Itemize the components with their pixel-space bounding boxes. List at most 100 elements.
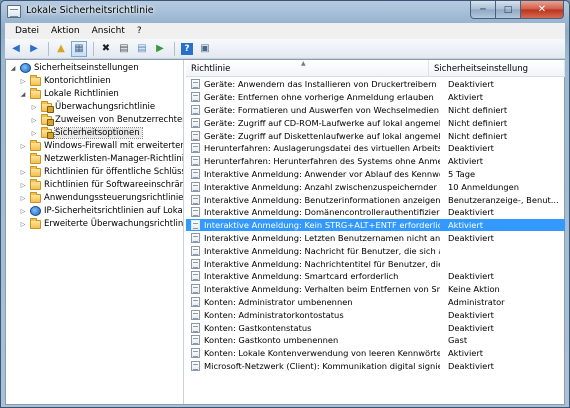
tree-item-ueberwachungsrichtlinie[interactable]: ▷ Überwachungsrichtlinie [30, 100, 156, 113]
expand-icon[interactable]: ▷ [19, 220, 27, 228]
policy-name: Interaktive Anmeldung: Nachrichtentitel … [204, 258, 440, 269]
policy-list[interactable]: Richtlinie ▲ Sicherheitseinstellung Gerä… [186, 60, 565, 404]
minimize-button[interactable]: ─ [470, 1, 496, 19]
table-row[interactable]: Konten: Administratorkontostatus Deaktivi… [186, 308, 565, 321]
back-button[interactable]: ◀ [8, 41, 24, 57]
policy-name: Interaktive Anmeldung: Anzahl zwischenzu… [204, 181, 440, 192]
table-row[interactable]: Interaktive Anmeldung: Letzten Benutzern… [186, 232, 565, 245]
expand-icon[interactable]: ▷ [19, 77, 27, 85]
table-row[interactable]: Interaktive Anmeldung: Verhalten beim En… [186, 283, 565, 296]
tree-item-label: Überwachungsrichtlinie [55, 102, 156, 112]
tree-item-lokale-richtlinien[interactable]: ◢ Lokale Richtlinien [19, 87, 119, 100]
table-row[interactable]: Herunterfahren: Auslagerungsdatei des vi… [186, 142, 565, 155]
delete-icon: ✖ [101, 43, 111, 54]
policy-setting: Nicht definiert [448, 117, 508, 128]
toolbar-separator [93, 41, 94, 56]
table-row[interactable]: Microsoft-Netzwerk (Client): Kommunikati… [186, 360, 565, 373]
folder-icon [30, 191, 41, 203]
delete-button[interactable]: ✖ [98, 41, 114, 57]
table-row[interactable]: Geräte: Entfernen ohne vorherige Anmeldu… [186, 91, 565, 104]
policy-name: Konten: Administrator umbenennen [204, 296, 353, 307]
policy-name: Geräte: Zugriff auf CD-ROM-Laufwerke auf… [204, 117, 440, 128]
table-row[interactable]: Geräte: Zugriff auf Diskettenlaufwerke a… [186, 129, 565, 142]
table-row[interactable]: Interaktive Anmeldung: Anwender vor Abla… [186, 168, 565, 181]
table-row[interactable]: Herunterfahren: Herunterfahren des Syste… [186, 155, 565, 168]
menu-datei[interactable]: Datei [9, 26, 45, 36]
table-row[interactable]: Interaktive Anmeldung: Nachrichtentitel … [186, 257, 565, 270]
up-folder-button[interactable]: ▲ [53, 41, 69, 57]
help-button[interactable]: ? [179, 41, 195, 57]
column-header-sicherheitseinstellung[interactable]: Sicherheitseinstellung [429, 60, 565, 77]
table-row[interactable]: Interaktive Anmeldung: Nachricht für Ben… [186, 244, 565, 257]
properties-button[interactable]: ▤ [116, 41, 132, 57]
tree-item-netzwerklisten[interactable]: Netzwerklisten-Manager-Richtlinien [19, 152, 183, 165]
tree-item-applocker[interactable]: ▷ Anwendungssteuerungsrichtlinien [19, 191, 183, 204]
minimize-icon: ─ [480, 4, 486, 15]
forward-button[interactable]: ▶ [26, 41, 42, 57]
refresh-button[interactable]: ▤ [134, 41, 150, 57]
table-row[interactable]: Konten: Lokale Kontenverwendung von leer… [186, 347, 565, 360]
collapse-icon[interactable]: ◢ [19, 90, 27, 98]
back-icon: ◀ [12, 43, 20, 54]
maximize-button[interactable]: □ [496, 1, 521, 19]
table-row[interactable]: Interaktive Anmeldung: Benutzerinformati… [186, 193, 565, 206]
policy-icon [191, 258, 200, 269]
collapse-icon[interactable]: ◢ [9, 64, 17, 72]
table-row[interactable]: Konten: Administrator umbenennen Administ… [186, 296, 565, 309]
menu-help[interactable]: ? [131, 26, 148, 36]
tree-item-firewall[interactable]: ▷ Windows-Firewall mit erweiterter Sich [19, 139, 183, 152]
export-button[interactable]: ▶ [152, 41, 168, 57]
table-row[interactable]: Konten: Gastkontenstatus Deaktiviert [186, 321, 565, 334]
policy-setting: Aktiviert [448, 156, 484, 167]
expand-icon[interactable]: ▷ [19, 207, 27, 215]
column-header-richtlinie[interactable]: Richtlinie [186, 60, 429, 77]
folder-icon [30, 217, 41, 229]
ipsec-icon [30, 206, 41, 216]
title-bar[interactable]: Lokale Sicherheitsrichtlinie ─ □ ✕ [1, 1, 569, 23]
console-button[interactable]: ▣ [197, 41, 213, 57]
tree-item-label: Kontorichtlinien [44, 76, 111, 86]
tree-item-advanced-audit[interactable]: ▷ Erweiterte Überwachungsrichtlinienkon [19, 217, 183, 230]
caption-buttons: ─ □ ✕ [470, 1, 564, 19]
expand-placeholder [19, 155, 27, 163]
policy-name: Microsoft-Netzwerk (Client): Kommunikati… [204, 360, 440, 371]
policy-icon [191, 220, 200, 231]
table-row[interactable]: Konten: Gastkonto umbenennen Gast [186, 334, 565, 347]
show-tree-button[interactable]: ▦ [71, 40, 87, 57]
policy-setting: Deaktiviert [448, 207, 494, 218]
window-title: Lokale Sicherheitsrichtlinie [26, 5, 154, 16]
table-row[interactable]: Geräte: Zugriff auf CD-ROM-Laufwerke auf… [186, 116, 565, 129]
policy-icon [191, 181, 200, 192]
app-window: Lokale Sicherheitsrichtlinie ─ □ ✕ Datei… [0, 0, 570, 408]
expand-icon[interactable]: ▷ [19, 194, 27, 202]
tree-item-root[interactable]: ◢ Sicherheitseinstellungen [9, 62, 139, 74]
close-button[interactable]: ✕ [521, 1, 564, 19]
expand-icon[interactable]: ▷ [30, 116, 38, 124]
tree-item-benutzerrechte[interactable]: ▷ Zuweisen von Benutzerrechten [30, 113, 183, 126]
expand-icon[interactable]: ▷ [19, 168, 27, 176]
tree-item-sicherheitsoptionen[interactable]: ▷ Sicherheitsoptionen [30, 126, 143, 139]
expand-icon[interactable]: ▷ [30, 103, 38, 111]
tree-item-ipsec[interactable]: ▷ IP-Sicherheitsrichtlinien auf Lokaler … [19, 205, 183, 217]
table-row[interactable]: Geräte: Formatieren und Auswerfen von We… [186, 104, 565, 117]
menu-aktion[interactable]: Aktion [45, 26, 86, 36]
policy-setting: Aktiviert [448, 348, 484, 359]
tree-item-kontorichtlinien[interactable]: ▷ Kontorichtlinien [19, 74, 111, 87]
tree-item-software-restriction[interactable]: ▷ Richtlinien für Softwareeinschränkung [19, 178, 183, 191]
table-row[interactable]: Geräte: Anwendern das Installieren von D… [186, 78, 565, 91]
table-row[interactable]: Interaktive Anmeldung: Kein STRG+ALT+ENT… [186, 218, 565, 232]
policy-name: Geräte: Zugriff auf Diskettenlaufwerke a… [204, 130, 440, 141]
folder-icon [30, 178, 41, 190]
menu-ansicht[interactable]: Ansicht [86, 26, 131, 36]
tree-pane[interactable]: ◢ Sicherheitseinstellungen ▷ Kontorichtl… [6, 60, 184, 404]
table-row[interactable]: Interaktive Anmeldung: Smartcard erforde… [186, 270, 565, 283]
table-row[interactable]: Interaktive Anmeldung: Domänencontroller… [186, 206, 565, 219]
policy-icon [191, 130, 200, 141]
policy-icon [191, 156, 200, 167]
table-row[interactable]: Interaktive Anmeldung: Anzahl zwischenzu… [186, 180, 565, 193]
expand-icon[interactable]: ▷ [30, 129, 38, 137]
expand-icon[interactable]: ▷ [19, 142, 27, 150]
tree-item-public-key[interactable]: ▷ Richtlinien für öffentliche Schlüssel [19, 165, 183, 178]
policy-name: Konten: Lokale Kontenverwendung von leer… [204, 348, 440, 359]
expand-icon[interactable]: ▷ [19, 181, 27, 189]
